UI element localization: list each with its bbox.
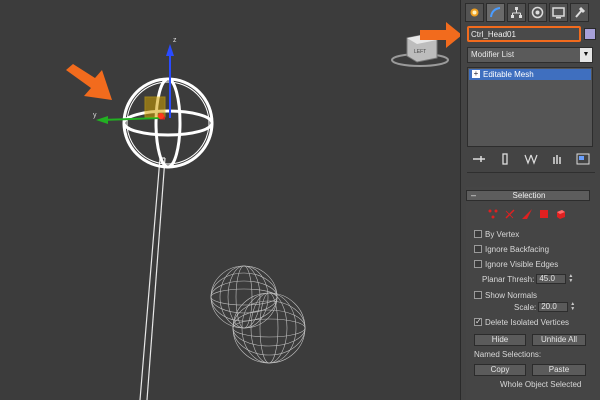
remove-modifier-button[interactable]	[549, 152, 565, 166]
hierarchy-icon	[511, 7, 522, 18]
display-tab[interactable]	[549, 3, 568, 22]
checkbox-label: Ignore Visible Edges	[485, 259, 559, 269]
motion-tab[interactable]	[528, 3, 547, 22]
checkbox-label: Show Normals	[485, 290, 538, 300]
spinner-arrows-icon[interactable]: ▲ ▼	[570, 302, 575, 312]
delete-isolated-vertices-checkbox[interactable]: ✓ Delete Isolated Vertices	[474, 317, 569, 327]
create-tab[interactable]	[465, 3, 484, 22]
motion-icon	[531, 6, 544, 19]
planar-thresh-row: Planar Thresh: 45.0 ▲ ▼	[482, 273, 573, 285]
y-axis-label: y	[93, 112, 97, 119]
named-selections-label: Named Selections:	[474, 350, 542, 359]
configure-modifier-sets-button[interactable]	[575, 152, 591, 166]
stack-item-editable-mesh[interactable]: + Editable Mesh	[469, 69, 591, 80]
selection-rollout: – Selection By Vertex Ignore Backfacing …	[466, 187, 590, 400]
checkbox-label: Ignore Backfacing	[485, 244, 550, 254]
pin-icon	[473, 156, 485, 162]
remove-modifier-icon	[553, 155, 561, 164]
scale-label: Scale:	[514, 302, 537, 312]
command-panel-tabs	[465, 3, 589, 23]
stack-item-label: Editable Mesh	[483, 70, 534, 79]
element-level-button[interactable]	[554, 207, 567, 220]
viewcube-face-label: LEFT	[414, 49, 426, 55]
hammer-icon	[575, 6, 586, 18]
hide-button[interactable]: Hide	[474, 334, 526, 346]
modify-tab[interactable]	[486, 3, 505, 22]
face-level-button[interactable]	[520, 207, 533, 220]
copy-button[interactable]: Copy	[474, 364, 526, 376]
modifier-list-label: Modifier List	[471, 50, 515, 59]
vertex-level-button[interactable]	[486, 207, 499, 220]
make-unique-button[interactable]	[523, 152, 539, 166]
object-name-row	[467, 26, 599, 44]
modifier-stack-toolbar	[471, 151, 597, 167]
object-name-input[interactable]	[467, 26, 581, 42]
paste-button[interactable]: Paste	[532, 364, 586, 376]
wireframe-spheres	[210, 265, 306, 364]
head-control-gizmo	[122, 77, 214, 169]
make-unique-icon	[524, 154, 538, 165]
element-icon	[556, 209, 565, 219]
scale-spinner[interactable]: 20.0	[538, 302, 569, 312]
polygon-icon	[539, 209, 548, 218]
checkbox-box[interactable]: ✓	[474, 318, 482, 326]
object-color-swatch[interactable]	[584, 28, 596, 40]
checkbox-label: By Vertex	[485, 229, 520, 239]
ignore-backfacing-checkbox[interactable]: Ignore Backfacing	[474, 244, 549, 254]
ignore-visible-edges-checkbox[interactable]: Ignore Visible Edges	[474, 259, 558, 269]
face-icon	[521, 208, 532, 219]
divider	[467, 172, 595, 173]
checkbox-box[interactable]	[474, 291, 482, 299]
edge-icon	[504, 208, 515, 219]
selection-rollout-header[interactable]: – Selection	[466, 190, 590, 201]
z-axis-label: z	[173, 37, 177, 44]
expand-icon[interactable]: +	[472, 70, 480, 78]
selection-status-text: Whole Object Selected	[500, 380, 582, 389]
modify-icon	[490, 7, 501, 18]
perspective-viewport[interactable]: z y LEFT	[0, 0, 460, 400]
edge-level-button[interactable]	[503, 207, 516, 220]
polygon-level-button[interactable]	[537, 207, 550, 220]
checkbox-box[interactable]	[474, 230, 482, 238]
show-end-result-button[interactable]	[497, 152, 513, 166]
end-result-icon	[502, 153, 508, 165]
modifier-stack[interactable]: + Editable Mesh	[467, 67, 593, 147]
planar-thresh-label: Planar Thresh:	[482, 274, 535, 284]
planar-thresh-spinner[interactable]: 45.0	[536, 274, 567, 284]
spinner-arrows-icon[interactable]: ▲ ▼	[568, 274, 573, 284]
modifier-list-dropdown[interactable]: Modifier List ▼	[467, 47, 593, 63]
unhide-all-button[interactable]: Unhide All	[532, 334, 586, 346]
by-vertex-checkbox[interactable]: By Vertex	[474, 229, 519, 239]
hierarchy-tab[interactable]	[507, 3, 526, 22]
pin-stack-button[interactable]	[471, 152, 487, 166]
scale-row: Scale: 20.0 ▲ ▼	[514, 301, 575, 313]
checkbox-box[interactable]	[474, 245, 482, 253]
utilities-tab[interactable]	[570, 3, 589, 22]
checkbox-label: Delete Isolated Vertices	[485, 317, 570, 327]
annotation-arrow-viewport	[66, 64, 112, 100]
rig-bone-lines	[139, 157, 166, 400]
rollout-title: Selection	[512, 191, 546, 200]
configure-icon	[576, 153, 590, 165]
chevron-down-icon: ▼	[580, 48, 592, 62]
checkbox-box[interactable]	[474, 260, 482, 268]
create-icon	[470, 8, 479, 17]
subobject-level-buttons	[486, 207, 567, 220]
show-normals-checkbox[interactable]: Show Normals	[474, 290, 537, 300]
display-icon	[552, 7, 565, 19]
vertex-icon	[488, 209, 497, 218]
viewport-scene: z y LEFT	[66, 22, 460, 400]
